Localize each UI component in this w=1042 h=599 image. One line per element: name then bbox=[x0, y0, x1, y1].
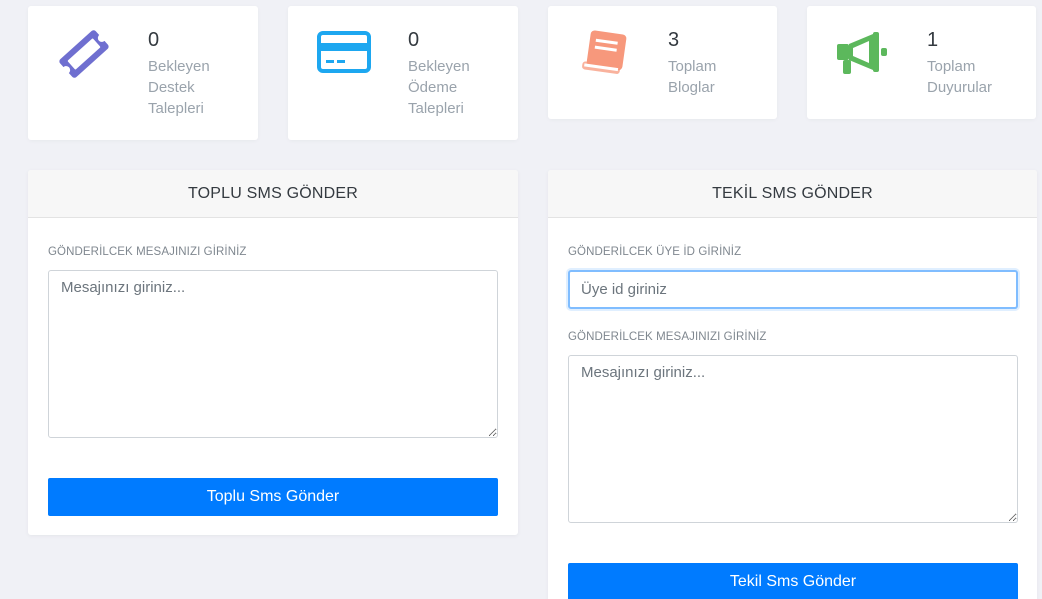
stat-text: 3 Toplam Bloglar bbox=[668, 28, 768, 98]
stat-label-line: Talepleri bbox=[408, 100, 464, 117]
stat-label-line: Ödeme bbox=[408, 79, 458, 96]
panel-title: TOPLU SMS GÖNDER bbox=[28, 170, 518, 218]
stat-label: Toplam Duyurular bbox=[927, 56, 1027, 98]
single-sms-panel: TEKİL SMS GÖNDER GÖNDERİLCEK ÜYE İD GİRİ… bbox=[548, 170, 1037, 599]
stat-label-line: Bekleyen bbox=[148, 58, 210, 75]
user-id-input[interactable] bbox=[568, 270, 1018, 309]
stat-card-payment-requests: 0 Bekleyen Ödeme Talepleri bbox=[288, 6, 518, 140]
stat-label: Bekleyen Destek Talepleri bbox=[148, 56, 248, 119]
single-sms-send-button[interactable]: Tekil Sms Gönder bbox=[568, 563, 1018, 599]
stat-label-line: Talepleri bbox=[148, 100, 204, 117]
stat-card-blogs: 3 Toplam Bloglar bbox=[548, 6, 777, 119]
stat-label-line: Bekleyen bbox=[408, 58, 470, 75]
stat-value: 0 bbox=[408, 29, 420, 51]
stat-label-line: Toplam bbox=[927, 58, 976, 75]
bulk-sms-send-button[interactable]: Toplu Sms Gönder bbox=[48, 478, 498, 516]
user-id-label: GÖNDERİLCEK ÜYE İD GİRİNİZ bbox=[568, 246, 742, 258]
stat-text: 0 Bekleyen Ödeme Talepleri bbox=[408, 28, 508, 119]
stat-value: 1 bbox=[927, 29, 939, 51]
credit-card-icon bbox=[316, 28, 372, 80]
message-label: GÖNDERİLCEK MESAJINIZI GİRİNİZ bbox=[48, 246, 247, 258]
page: 0 Bekleyen Destek Talepleri 0 Bekleyen Ö… bbox=[0, 0, 1042, 599]
stat-value: 3 bbox=[668, 29, 680, 51]
stat-text: 0 Bekleyen Destek Talepleri bbox=[148, 28, 248, 119]
stat-label-line: Duyurular bbox=[927, 79, 993, 96]
stat-label: Bekleyen Ödeme Talepleri bbox=[408, 56, 508, 119]
single-message-textarea[interactable] bbox=[568, 355, 1018, 523]
stat-label-line: Toplam bbox=[668, 58, 717, 75]
book-icon bbox=[576, 28, 632, 80]
megaphone-icon bbox=[835, 28, 891, 80]
stat-value: 0 bbox=[148, 29, 160, 51]
stat-text: 1 Toplam Duyurular bbox=[927, 28, 1027, 98]
ticket-icon bbox=[56, 28, 112, 80]
stat-label: Toplam Bloglar bbox=[668, 56, 768, 98]
stat-label-line: Destek bbox=[148, 79, 195, 96]
stat-card-support-requests: 0 Bekleyen Destek Talepleri bbox=[28, 6, 258, 140]
message-label: GÖNDERİLCEK MESAJINIZI GİRİNİZ bbox=[568, 331, 767, 343]
bulk-message-textarea[interactable] bbox=[48, 270, 498, 438]
stat-label-line: Bloglar bbox=[668, 79, 715, 96]
panel-title: TEKİL SMS GÖNDER bbox=[548, 170, 1037, 218]
stat-card-announcements: 1 Toplam Duyurular bbox=[807, 6, 1036, 119]
bulk-sms-panel: TOPLU SMS GÖNDER GÖNDERİLCEK MESAJINIZI … bbox=[28, 170, 518, 535]
